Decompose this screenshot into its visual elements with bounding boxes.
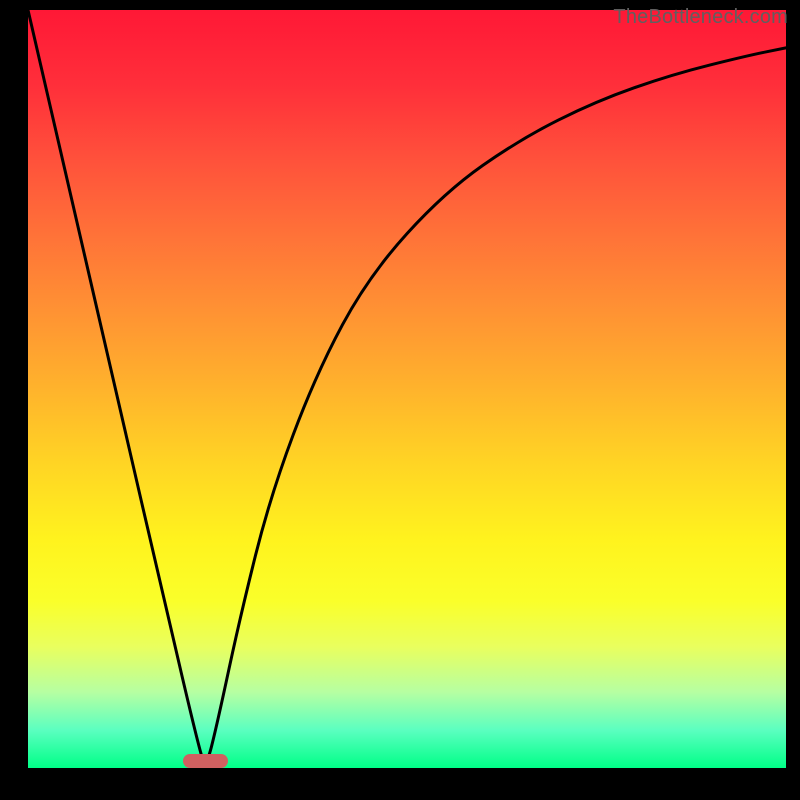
curve-svg — [28, 10, 786, 768]
chart-frame: TheBottleneck.com — [0, 0, 800, 800]
optimal-marker — [183, 754, 228, 768]
watermark-text: TheBottleneck.com — [613, 6, 788, 29]
bottleneck-curve-path — [28, 10, 786, 762]
plot-area — [28, 10, 786, 768]
